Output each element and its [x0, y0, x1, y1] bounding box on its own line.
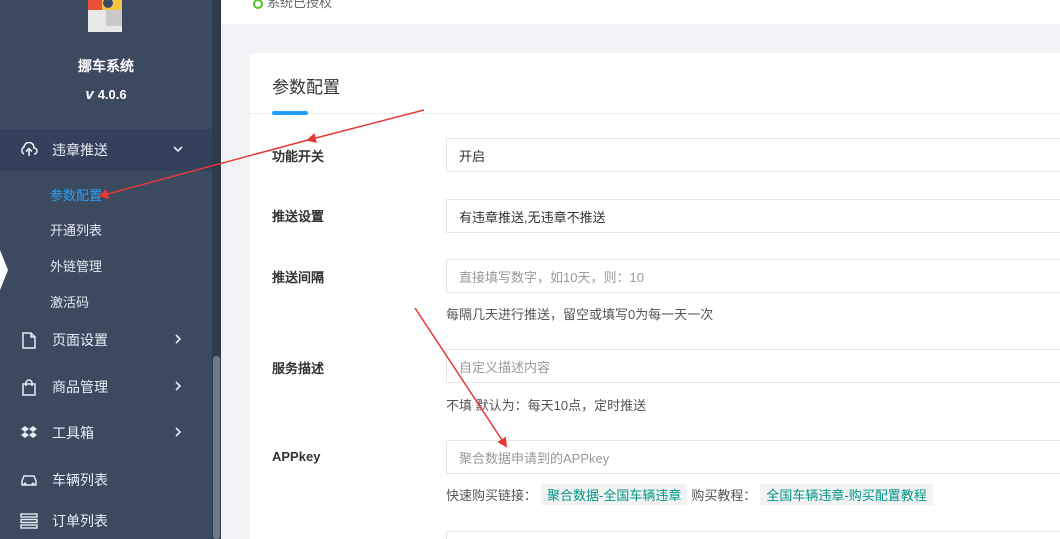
- license-status: 系统已授权: [253, 0, 332, 11]
- tutorial-prefix: 购买教程：: [691, 488, 757, 503]
- app-version: v 4.0.6: [0, 86, 212, 103]
- app-name: 挪车系统: [78, 58, 134, 74]
- field-label-push-interval: 推送间隔: [272, 270, 325, 285]
- field-label-service-desc: 服务描述: [272, 361, 325, 376]
- menu-label: 订单列表: [52, 513, 108, 529]
- sidebar-scrollbar[interactable]: [212, 0, 221, 539]
- appkey-input[interactable]: 聚合数据申请到的APPkey: [446, 440, 1060, 474]
- sidebar: 挪车系统 v 4.0.6 违章推送 参数配置 开通列表 外链管理 激活码 页面设置…: [0, 0, 221, 539]
- submenu-item-activation-code[interactable]: 激活码: [50, 292, 89, 311]
- push-interval-input[interactable]: 直接填写数字，如10天，则：10: [446, 259, 1060, 293]
- submenu-item-open-list[interactable]: 开通列表: [50, 220, 102, 239]
- next-field-input[interactable]: [446, 531, 1060, 539]
- menu-item-violation-push[interactable]: 违章推送: [0, 129, 212, 171]
- menu-item-product-management[interactable]: 商品管理: [0, 366, 212, 408]
- puzzle-logo-icon: [88, 0, 122, 32]
- buy-link[interactable]: 聚合数据-全国车辆违章: [541, 484, 688, 505]
- tutorial-link[interactable]: 全国车辆违章-购买配置教程: [760, 484, 933, 505]
- menu-item-toolbox[interactable]: 工具箱: [0, 412, 212, 454]
- top-bar: 系统已授权: [221, 0, 1060, 24]
- bag-icon: [20, 378, 38, 396]
- chevron-right-icon: [175, 381, 182, 391]
- push-setting-select[interactable]: 有违章推送,无违章不推送: [446, 199, 1060, 233]
- car-icon: [20, 471, 38, 489]
- field-label-switch: 功能开关: [272, 149, 325, 164]
- menu-item-vehicle-list[interactable]: 车辆列表: [0, 459, 212, 501]
- field-label-push-setting: 推送设置: [272, 209, 325, 224]
- version-v-icon: v: [85, 86, 94, 103]
- field-label-appkey: APPkey: [272, 449, 321, 464]
- menu-label: 违章推送: [52, 142, 108, 158]
- collapse-handle[interactable]: [0, 250, 8, 290]
- list-icon: [20, 512, 38, 530]
- menu-label: 页面设置: [52, 332, 108, 348]
- menu-label: 工具箱: [52, 425, 94, 441]
- menu-label: 商品管理: [52, 379, 108, 395]
- service-desc-input[interactable]: 自定义描述内容: [446, 349, 1060, 383]
- chevron-right-icon: [175, 427, 182, 437]
- app-version-number: 4.0.6: [97, 87, 127, 102]
- service-desc-help: 不填 默认为：每天10点，定时推送: [446, 398, 647, 413]
- title-divider: [250, 113, 1060, 114]
- config-card: 参数配置 功能开关 开启 推送设置 有违章推送,无违章不推送 推送间隔 直接填写…: [250, 53, 1060, 539]
- push-interval-help: 每隔几天进行推送，留空或填写0为每一天一次: [446, 307, 714, 322]
- dropbox-icon: [20, 424, 38, 442]
- chevron-right-icon: [175, 334, 182, 344]
- submenu-item-params[interactable]: 参数配置: [50, 185, 102, 204]
- switch-select[interactable]: 开启: [446, 138, 1060, 172]
- chevron-down-icon: [173, 146, 183, 153]
- buy-link-prefix: 快速购买链接：: [446, 488, 538, 503]
- submenu-item-external-links[interactable]: 外链管理: [50, 256, 102, 275]
- menu-item-order-list[interactable]: 订单列表: [0, 500, 212, 539]
- sidebar-scrollbar-thumb[interactable]: [213, 356, 220, 539]
- status-check-icon: [253, 0, 263, 9]
- appkey-help: 快速购买链接： 聚合数据-全国车辆违章 购买教程： 全国车辆违章-购买配置教程: [446, 484, 937, 505]
- license-status-text: 系统已授权: [267, 0, 333, 10]
- menu-item-page-settings[interactable]: 页面设置: [0, 319, 212, 361]
- title-underline: [272, 111, 308, 115]
- document-icon: [20, 331, 38, 349]
- page-title: 参数配置: [272, 78, 340, 97]
- cloud-upload-icon: [20, 141, 38, 159]
- menu-label: 车辆列表: [52, 472, 108, 488]
